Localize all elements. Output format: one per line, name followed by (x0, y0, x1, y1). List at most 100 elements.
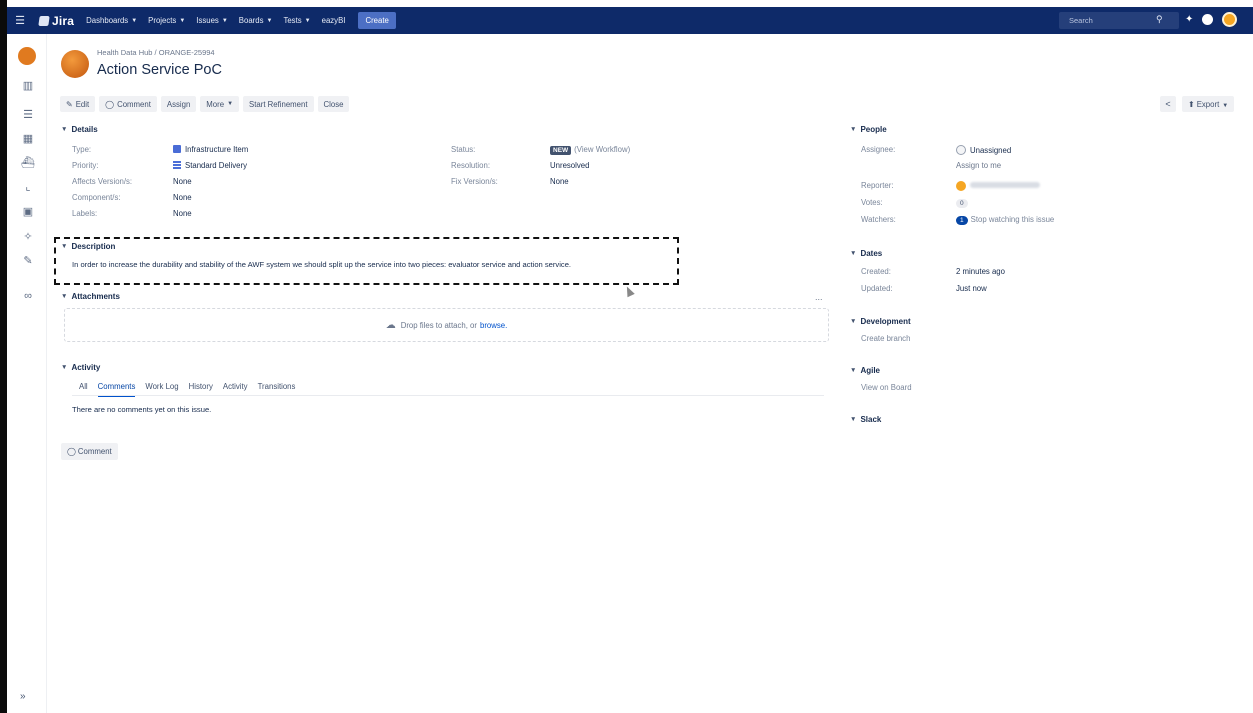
edit-label: Edit (75, 99, 90, 109)
nav-issues[interactable]: Issues ▼ (196, 16, 228, 25)
close-button[interactable]: Close (317, 96, 350, 112)
collapse-icon: ▼ (850, 250, 857, 257)
nav-projects[interactable]: Projects ▼ (148, 16, 185, 25)
nav-boards[interactable]: Boards ▼ (239, 16, 273, 25)
reporter-name-blurred (970, 182, 1040, 188)
browse-link[interactable]: browse. (480, 321, 507, 330)
hamburger-icon[interactable]: ☰ (9, 14, 31, 27)
view-on-board-link[interactable]: View on Board (861, 383, 912, 392)
activity-heading: Activity (71, 363, 101, 372)
notifications-icon[interactable]: ✦ (1185, 14, 1193, 25)
status-value: NEW (View Workflow) (550, 145, 630, 155)
component-label: Component/s: (72, 193, 121, 202)
chevron-down-icon: ▼ (227, 101, 234, 107)
nav-boards-label: Boards (238, 16, 264, 25)
nav-dashboards[interactable]: Dashboards ▼ (86, 16, 137, 25)
board-icon[interactable]: ☰ (21, 108, 35, 122)
more-button[interactable]: More ▼ (200, 96, 240, 112)
watchers-value[interactable]: 1 Stop watching this issue (956, 215, 1054, 225)
breadcrumb-issue-key[interactable]: ORANGE-25994 (159, 48, 215, 57)
comment-icon: ◯ (67, 447, 78, 456)
assignee-value[interactable]: Unassigned (956, 145, 1011, 155)
unassigned-avatar-icon (956, 145, 966, 155)
issue-project-avatar (61, 50, 89, 78)
created-value: 2 minutes ago (956, 267, 1005, 276)
jira-logo[interactable]: Jira (38, 13, 75, 28)
resolution-label: Resolution: (451, 161, 491, 170)
add-comment-button[interactable]: ◯ Comment (61, 443, 118, 460)
backlog-icon[interactable]: ▥ (21, 79, 35, 93)
dates-section-header[interactable]: ▼ Dates (850, 249, 882, 258)
export-button[interactable]: ⬆ Export ▼ (1182, 96, 1235, 112)
description-section-header[interactable]: ▼ Description (61, 242, 115, 251)
expand-sidebar-icon[interactable]: » (20, 691, 26, 702)
start-refinement-button[interactable]: Start Refinement (243, 96, 314, 112)
collapse-icon: ▼ (850, 318, 857, 325)
issues-icon[interactable]: ▣ (21, 205, 35, 219)
collapse-icon: ▼ (850, 416, 857, 423)
upload-cloud-icon: ☁ (385, 319, 396, 331)
type-label: Type: (72, 145, 92, 154)
activity-section-header[interactable]: ▼ Activity (61, 363, 100, 372)
chevron-down-icon: ▼ (304, 17, 311, 24)
components-icon[interactable]: ✧ (21, 230, 35, 244)
issue-title[interactable]: Action Service PoC (97, 62, 222, 78)
reporter-value[interactable] (956, 181, 1040, 191)
agile-heading: Agile (860, 366, 880, 375)
assign-to-me-link[interactable]: Assign to me (956, 161, 1001, 170)
user-avatar[interactable] (1222, 12, 1238, 27)
status-label: Status: (451, 145, 476, 154)
export-icon: ⬆ (1188, 100, 1197, 109)
link-icon[interactable]: ∞ (21, 290, 35, 304)
share-icon[interactable]: < (1160, 96, 1176, 112)
comment-button[interactable]: ◯ Comment (99, 96, 157, 112)
project-avatar[interactable] (18, 47, 36, 65)
jira-logo-icon (38, 15, 50, 26)
infrastructure-item-icon (173, 145, 181, 153)
description-heading: Description (71, 242, 116, 251)
stop-watching-link[interactable]: Stop watching this issue (971, 215, 1055, 224)
jira-logo-text: Jira (52, 13, 75, 28)
resolution-value: Unresolved (550, 161, 590, 170)
releases-icon[interactable]: ⛴ (21, 156, 35, 170)
development-section-header[interactable]: ▼ Development (850, 317, 911, 326)
edit-button[interactable]: ✎ Edit (60, 96, 96, 112)
attachment-drop-zone[interactable]: ☁ Drop files to attach, or browse. (64, 308, 829, 342)
people-section-header[interactable]: ▼ People (850, 125, 887, 134)
columns-icon[interactable]: ▦ (21, 132, 35, 146)
more-label: More (206, 99, 225, 109)
attachments-more-icon[interactable]: ... (815, 292, 823, 302)
fix-version-value: None (550, 177, 569, 186)
reports-icon[interactable]: ⌞ (21, 180, 35, 194)
breadcrumb-project[interactable]: Health Data Hub (97, 48, 152, 57)
labels-label: Labels: (72, 209, 98, 218)
nav-tests[interactable]: Tests ▼ (283, 16, 310, 25)
project-sidebar: ▥ ☰ ▦ ⛴ ⌞ ▣ ✧ ✎ ∞ » (7, 34, 47, 713)
watchers-label: Watchers: (861, 215, 896, 224)
search-icon[interactable]: ⚲ (1156, 14, 1163, 25)
nav-eazybi[interactable]: eazyBI (322, 16, 346, 25)
tests-icon[interactable]: ✎ (21, 254, 35, 268)
details-section-header[interactable]: ▼ Details (61, 125, 98, 134)
view-workflow-link[interactable]: (View Workflow) (574, 145, 630, 154)
agile-section-header[interactable]: ▼ Agile (850, 366, 880, 375)
collapse-icon: ▼ (61, 126, 68, 133)
attachments-heading: Attachments (71, 292, 120, 301)
export-label: Export (1196, 100, 1220, 109)
attachments-section-header[interactable]: ▼ Attachments (61, 292, 120, 301)
assign-button[interactable]: Assign (160, 96, 197, 112)
slack-section-header[interactable]: ▼ Slack (850, 415, 881, 424)
affects-version-label: Affects Version/s: (72, 177, 133, 186)
add-comment-label: Comment (77, 447, 112, 456)
chevron-down-icon: ▼ (266, 17, 273, 24)
help-icon[interactable]: ? (1202, 14, 1214, 25)
description-text[interactable]: In order to increase the durability and … (72, 260, 571, 269)
mouse-cursor (623, 284, 635, 298)
priority-icon (173, 161, 181, 169)
create-branch-link[interactable]: Create branch (861, 334, 910, 343)
votes-label: Votes: (861, 198, 883, 207)
labels-value: None (173, 209, 192, 218)
create-button[interactable]: Create (358, 12, 396, 29)
votes-value[interactable]: 0 (956, 198, 968, 208)
priority-value-text: Standard Delivery (185, 161, 247, 170)
